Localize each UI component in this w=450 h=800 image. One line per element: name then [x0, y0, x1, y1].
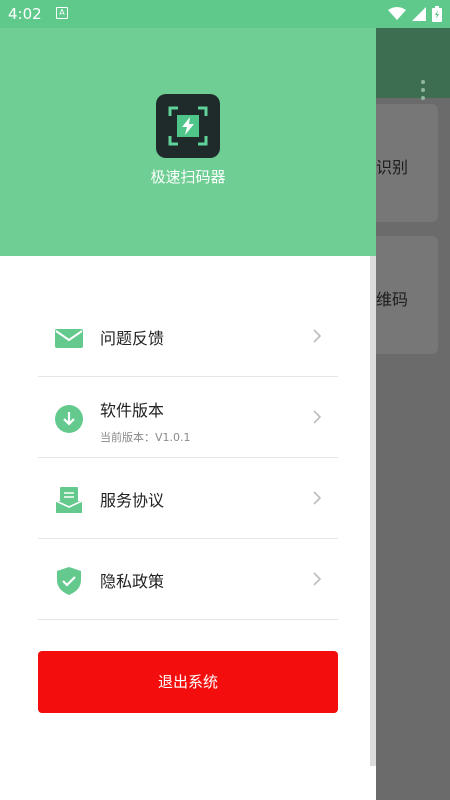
- scan-logo-icon: [168, 106, 208, 146]
- scan-card-label: 识别: [376, 158, 409, 177]
- drawer-header: 极速扫码器: [0, 0, 376, 256]
- document-icon: [55, 487, 83, 513]
- app-name: 极速扫码器: [150, 168, 226, 186]
- wifi-icon: [388, 7, 406, 20]
- menu-item-privacy-policy[interactable]: 隐私政策: [38, 539, 338, 620]
- download-icon: [55, 405, 83, 433]
- mail-icon: [55, 329, 83, 348]
- menu-item-label: 问题反馈: [100, 329, 165, 348]
- navigation-drawer: 极速扫码器 问题反馈 软件版本 当前版本：V1.0.1 服务协议 隐私政策 退出…: [0, 0, 376, 800]
- version-subtext: 当前版本：V1.0.1: [100, 431, 191, 444]
- drawer-scrollbar[interactable]: [370, 256, 376, 766]
- battery-icon: [432, 6, 442, 22]
- menu-item-service-agreement[interactable]: 服务协议: [38, 458, 338, 539]
- menu-item-feedback[interactable]: 问题反馈: [38, 296, 338, 377]
- menu-item-label: 服务协议: [100, 491, 165, 510]
- logout-button[interactable]: 退出系统: [38, 651, 338, 713]
- chevron-right-icon: [313, 329, 322, 343]
- chevron-right-icon: [313, 410, 322, 424]
- signal-icon: [412, 7, 426, 21]
- status-bar: 4:02 A: [0, 0, 450, 28]
- status-time: 4:02: [8, 5, 42, 23]
- chevron-right-icon: [313, 491, 322, 505]
- shield-check-icon: [57, 567, 81, 595]
- menu-item-version[interactable]: 软件版本 当前版本：V1.0.1: [38, 377, 338, 458]
- menu-item-label: 隐私政策: [100, 572, 165, 591]
- qrcode-card-label: 维码: [376, 290, 409, 309]
- notification-icon: A: [56, 7, 68, 19]
- more-options-icon[interactable]: [420, 80, 426, 102]
- menu-item-label: 软件版本: [100, 401, 165, 420]
- drawer-menu: 问题反馈 软件版本 当前版本：V1.0.1 服务协议 隐私政策: [38, 296, 338, 620]
- app-logo: [156, 94, 220, 158]
- chevron-right-icon: [313, 572, 322, 586]
